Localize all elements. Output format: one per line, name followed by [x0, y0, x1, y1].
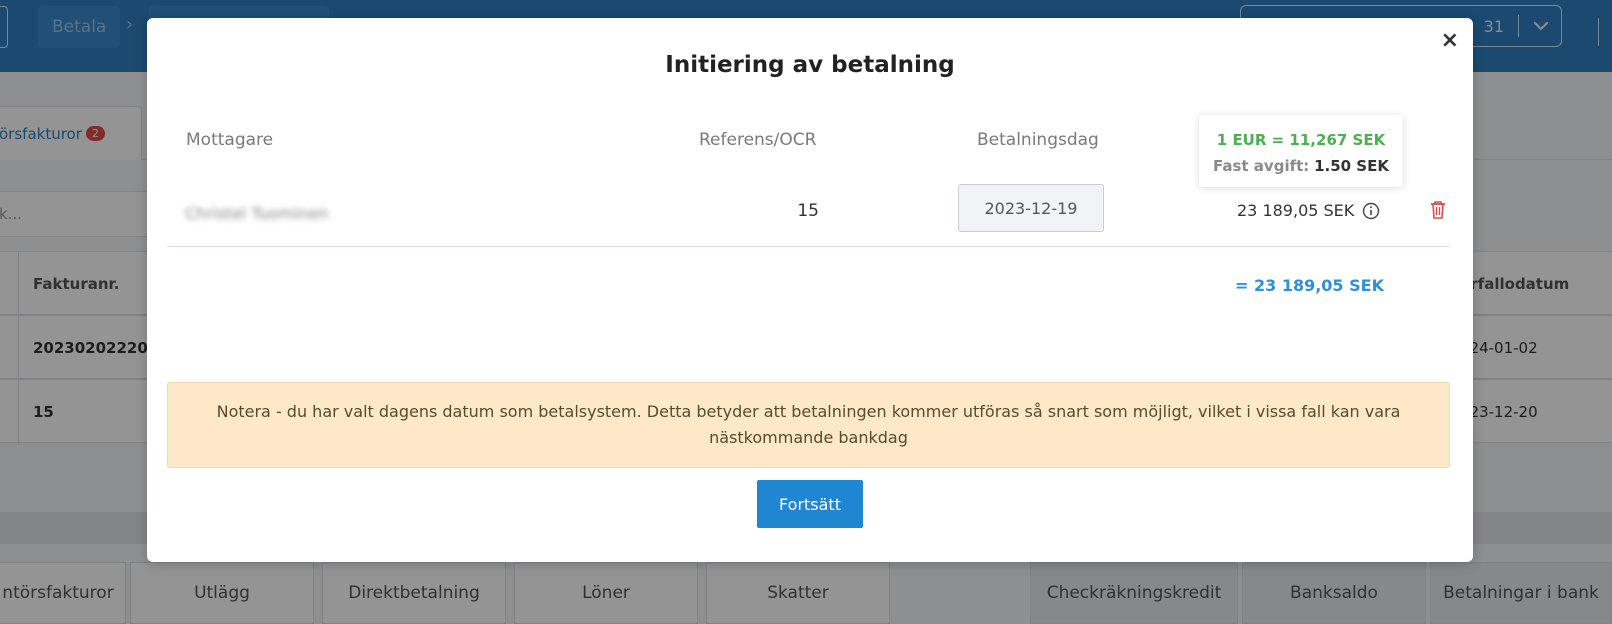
payment-date-notice: Notera - du har valt dagens datum som be… — [167, 382, 1450, 468]
dialog-title: Initiering av betalning — [665, 52, 955, 78]
payment-amount: 23 189,05 SEK — [1237, 201, 1355, 220]
payment-initiation-dialog: × Initiering av betalning Mottagare Refe… — [147, 18, 1473, 562]
notice-text: Notera - du har valt dagens datum som be… — [216, 402, 1401, 447]
column-header-payment-date: Betalningsdag — [977, 130, 1099, 150]
exchange-rate-text: 1 EUR = 11,267 SEK — [1216, 131, 1386, 149]
column-header-recipient: Mottagare — [186, 130, 274, 150]
payment-row: Christel Tuominen 15 23 189,05 SEK — [167, 182, 1450, 247]
close-icon[interactable]: × — [1441, 30, 1459, 52]
reference-value: 15 — [797, 201, 819, 221]
fixed-fee-line: Fast avgift: 1.50 SEK — [1199, 153, 1403, 179]
exchange-rate-tooltip: 1 EUR = 11,267 SEK Fast avgift: 1.50 SEK — [1199, 115, 1403, 187]
fixed-fee-label: Fast avgift: — [1213, 157, 1310, 175]
fixed-fee-value: 1.50 SEK — [1314, 157, 1389, 175]
info-icon[interactable] — [1362, 202, 1380, 220]
total-amount: = 23 189,05 SEK — [1235, 276, 1384, 295]
recipient-name: Christel Tuominen — [185, 204, 329, 223]
continue-button[interactable]: Fortsätt — [757, 480, 863, 528]
column-header-reference: Referens/OCR — [699, 130, 817, 150]
payment-date-field[interactable] — [958, 184, 1104, 232]
trash-icon[interactable] — [1428, 199, 1448, 221]
